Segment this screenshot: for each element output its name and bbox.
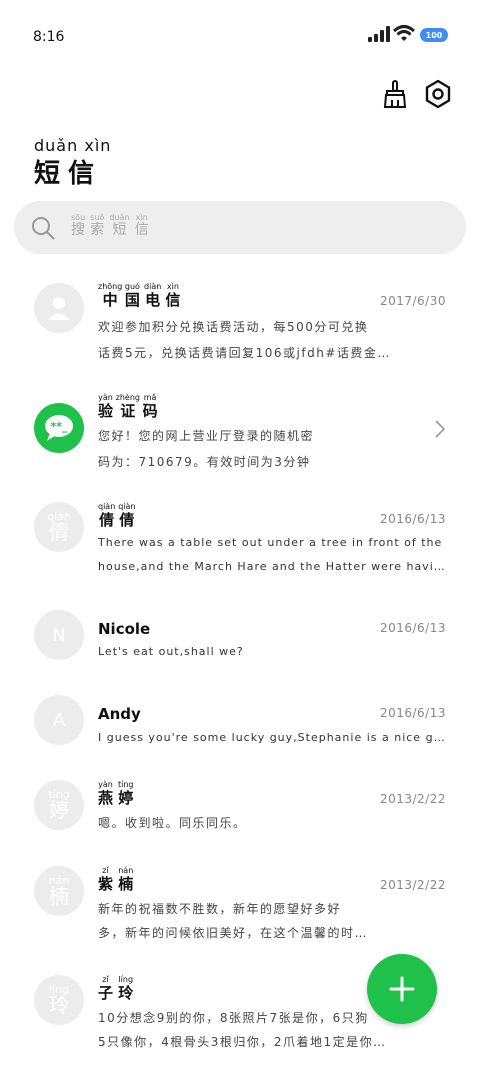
conversation-item[interactable]: N Nicole 2016/6/13 Let's eat out,shall w…: [0, 610, 480, 665]
broom-icon[interactable]: [379, 78, 411, 110]
message-preview-line: 码为：710679。有效时间为3分钟: [98, 455, 311, 469]
search-placeholder: 搜sōu 索suǒ 短duǎn 信xìn: [71, 213, 149, 238]
avatar: líng 玲: [34, 975, 84, 1025]
wifi-icon: [392, 25, 416, 41]
conversation-item[interactable]: A Andy 2016/6/13 I guess you're some luc…: [0, 695, 480, 750]
conversation-date: 2013/2/22: [379, 792, 446, 806]
conversation-date: 2013/2/22: [379, 878, 446, 892]
search-icon: [32, 217, 55, 240]
message-preview-line: There was a table set out under a tree i…: [98, 536, 443, 549]
avatar: qiàn 倩: [34, 502, 84, 552]
conversation-date: 2016/6/13: [379, 512, 446, 526]
conversation-name: Andy: [98, 705, 141, 723]
conversation-date: 2017/6/30: [379, 294, 446, 308]
message-preview-line: 新年的祝福数不胜数，新年的愿望好多好: [98, 902, 342, 916]
avatar: nán 楠: [34, 866, 84, 916]
svg-text:**_: **_: [50, 420, 68, 433]
conversation-name: 倩qiàn 倩qiàn: [98, 502, 136, 529]
conversation-item[interactable]: qiàn 倩 倩qiàn 倩qiàn 2016/6/13 There was a…: [0, 502, 480, 582]
conversation-date: 2016/6/13: [379, 706, 446, 720]
status-bar: 8:16 100: [0, 0, 480, 60]
message-preview-line: 5只像你，4根骨头3根归你，2爪着地1定是你…: [98, 1035, 387, 1049]
conversation-name: Nicole: [98, 620, 151, 638]
message-preview-line: Let's eat out,shall we?: [98, 645, 244, 658]
message-preview-line: 多，新年的问候依旧美好，在这个温馨的时…: [98, 926, 369, 940]
conversation-name: 子zǐ 玲líng: [98, 975, 134, 1002]
avatar: A: [34, 695, 84, 745]
battery-icon: 100: [420, 28, 448, 42]
message-preview-line: I guess you're some lucky guy,Stephanie …: [98, 731, 448, 744]
signal-icon: [368, 26, 390, 42]
conversation-name: 紫zǐ 楠nán: [98, 866, 134, 893]
page-title: duǎn xìn 短信: [34, 136, 111, 190]
conversation-item[interactable]: nán 楠 紫zǐ 楠nán 2013/2/22 新年的祝福数不胜数，新年的愿望…: [0, 866, 480, 946]
person-icon: [34, 283, 84, 333]
title-char-1: 短: [34, 159, 69, 189]
message-preview-line: 话费5元，兑换话费请回复106或jfdh#话费金…: [98, 346, 391, 360]
avatar: tíng 婷: [34, 780, 84, 830]
conversation-item[interactable]: **_ 验yàn 证zhèng 码mǎ 您好！您的网上营业厅登录的随机密 码为：…: [0, 393, 480, 473]
message-preview-line: house,and the March Hare and the Hatter …: [98, 560, 448, 573]
message-preview-line: 嗯。收到啦。同乐同乐。: [98, 816, 247, 830]
new-message-button[interactable]: [367, 954, 437, 1024]
conversation-item[interactable]: tíng 婷 燕yàn 婷tíng 2013/2/22 嗯。收到啦。同乐同乐。: [0, 780, 480, 835]
search-input[interactable]: 搜sōu 索suǒ 短duǎn 信xìn: [14, 201, 466, 254]
conversation-name: 验yàn 证zhèng 码mǎ: [98, 393, 158, 420]
conversation-name: 燕yàn 婷tíng: [98, 780, 134, 807]
message-bubble-icon: **_: [34, 403, 84, 453]
conversation-date: 2016/6/13: [379, 621, 446, 635]
message-preview-line: 您好！您的网上营业厅登录的随机密: [98, 429, 315, 443]
title-char-2: 信: [68, 159, 103, 189]
plus-icon: [389, 976, 415, 1002]
message-preview-line: 欢迎参加积分兑换话费活动，每500分可兑换: [98, 320, 369, 334]
conversation-name: 中zhōng 国guó 电diàn 信xìn: [98, 282, 181, 309]
gear-icon[interactable]: [422, 78, 454, 110]
conversation-item[interactable]: 中zhōng 国guó 电diàn 信xìn 2017/6/30 欢迎参加积分兑…: [0, 282, 480, 362]
chevron-right-icon[interactable]: [434, 419, 446, 439]
status-time: 8:16: [33, 29, 65, 45]
avatar: N: [34, 610, 84, 660]
